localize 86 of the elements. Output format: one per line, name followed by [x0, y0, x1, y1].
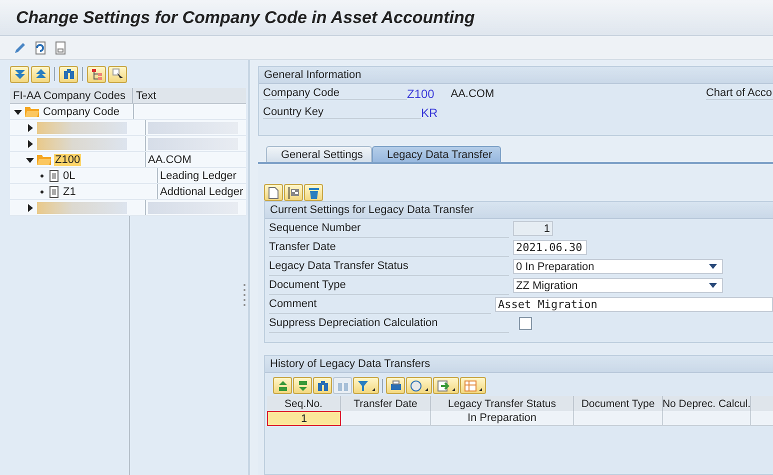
node-text: AA.COM: [148, 154, 192, 166]
bullet-icon: [38, 188, 46, 196]
filter-button[interactable]: [353, 377, 379, 394]
tab[interactable]: Legacy Data Transfer: [372, 146, 502, 162]
tree-node[interactable]: 0L: [62, 170, 76, 182]
pencil-icon[interactable]: [13, 40, 27, 54]
sort-descending-icon: [296, 380, 308, 392]
sort-ascending-button[interactable]: [273, 377, 292, 394]
hierarchy-button[interactable]: [87, 66, 106, 82]
delete-button[interactable]: [304, 184, 323, 201]
dropdown-field[interactable]: ZZ Migration: [513, 278, 723, 293]
expanded-arrow-icon[interactable]: [26, 156, 34, 164]
field-label: Transfer Date: [269, 238, 509, 256]
group-header: Current Settings for Legacy Data Transfer: [265, 202, 773, 219]
column-header[interactable]: Seq.No.: [267, 396, 341, 411]
find-button[interactable]: [313, 377, 332, 394]
expand-all-button[interactable]: [10, 66, 29, 82]
window-title: Change Settings for Company Code in Asset Accounting: [16, 8, 475, 28]
field-label: Company Code: [263, 87, 407, 100]
collapsed-arrow-icon[interactable]: [26, 140, 34, 148]
tree-node[interactable]: Z100: [54, 154, 82, 166]
filter-icon: [357, 380, 375, 392]
field-label: Document Type: [269, 276, 509, 294]
caret-icon: [709, 283, 717, 288]
document-icon: [268, 186, 279, 198]
export-button[interactable]: [433, 377, 459, 394]
field-label: Country Key: [263, 106, 421, 119]
sort-descending-button[interactable]: [293, 377, 312, 394]
checkbox[interactable]: [519, 317, 532, 330]
group-header: History of Legacy Data Transfers: [265, 356, 773, 373]
collapsed-arrow-icon[interactable]: [26, 204, 34, 212]
select-button[interactable]: [108, 66, 127, 82]
layout-button[interactable]: [460, 377, 486, 394]
trash-icon: [308, 186, 320, 198]
printer-icon: [390, 380, 402, 392]
flag-button[interactable]: [284, 184, 303, 201]
view-button[interactable]: [406, 377, 432, 394]
field-value: Z100: [407, 86, 436, 100]
tab[interactable]: General Settings: [266, 146, 372, 162]
table-cell: In Preparation: [431, 411, 574, 426]
column-header[interactable]: Text: [133, 88, 246, 103]
dropdown-field[interactable]: 0 In Preparation: [513, 259, 723, 274]
print-button[interactable]: [386, 377, 405, 394]
export-icon: [437, 380, 455, 392]
column-header[interactable]: Transfer Date: [341, 396, 431, 411]
field-label: Legacy Data Transfer Status: [269, 258, 509, 276]
grid-icon: [464, 380, 482, 392]
collapse-all-icon: [34, 68, 46, 80]
date-field[interactable]: 2021.06.30: [513, 240, 587, 255]
field-label: Sequence Number: [269, 220, 509, 238]
bullet-icon: [38, 172, 46, 180]
cursor-icon: [112, 68, 124, 80]
field-value: KR: [421, 106, 439, 120]
node-text: Leading Ledger: [160, 170, 236, 182]
column-header[interactable]: FI-AA Company Codes: [10, 88, 133, 103]
folder-icon: [25, 106, 39, 117]
comment-field[interactable]: Asset Migration: [495, 297, 773, 312]
sort-ascending-icon: [276, 380, 288, 392]
field-text: AA.COM: [450, 88, 496, 100]
collapsed-arrow-icon[interactable]: [26, 124, 34, 132]
find-button[interactable]: [59, 66, 78, 82]
column-header[interactable]: Document Type: [574, 396, 663, 411]
column-header[interactable]: No Deprec. Calcul.: [663, 396, 751, 411]
column-header[interactable]: Legacy Transfer Status: [431, 396, 574, 411]
view-icon: [410, 380, 428, 392]
field-label: Comment: [269, 296, 492, 314]
binoculars-icon: [316, 380, 328, 392]
flag-icon: [288, 186, 300, 198]
collapse-all-button[interactable]: [31, 66, 50, 82]
field-label: Suppress Depreciation Calculation: [269, 314, 509, 332]
splitter-handle-icon[interactable]: [243, 282, 246, 308]
document-icon[interactable]: [53, 40, 67, 54]
refresh-icon[interactable]: [33, 40, 47, 54]
table-cell: 1: [267, 411, 341, 426]
expanded-arrow-icon[interactable]: [14, 108, 22, 116]
sequence-field: 1: [513, 221, 553, 236]
new-document-button[interactable]: [264, 184, 283, 201]
tree-node[interactable]: Z1: [62, 186, 77, 198]
hierarchy-icon: [90, 68, 102, 80]
expand-all-icon: [14, 68, 26, 80]
field-label: Chart of Acco: [706, 87, 773, 100]
group-header: General Information: [259, 67, 773, 84]
node-text: Addtional Ledger: [160, 186, 244, 198]
binoculars-icon: [62, 68, 74, 80]
caret-icon: [709, 264, 717, 269]
folder-icon: [37, 154, 51, 165]
